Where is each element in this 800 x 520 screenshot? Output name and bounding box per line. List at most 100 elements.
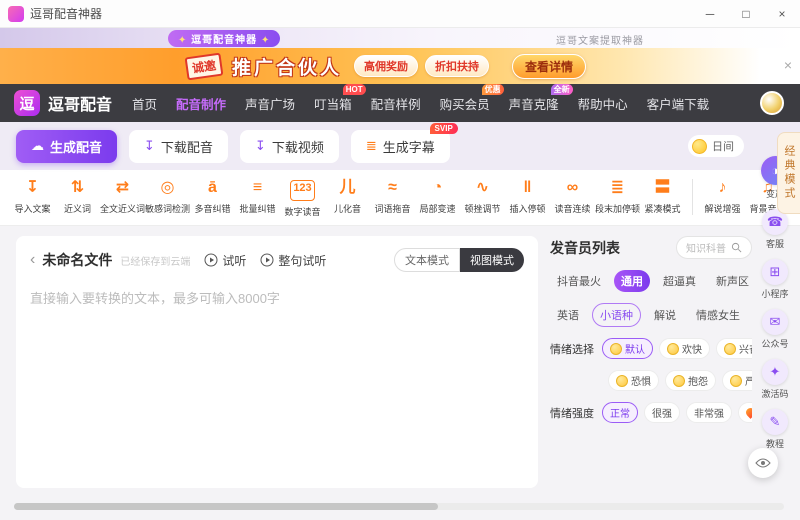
main-nav: 逗 逗哥配音 首页 配音制作 声音广场 叮当箱HOT 配音样例 购买会员优惠 声… (0, 84, 800, 122)
tool-import-text[interactable]: ↧导入文案 (10, 177, 55, 215)
listen-sentence-button[interactable]: 整句试听 (260, 252, 326, 269)
view-mode-button[interactable]: 视图模式 (460, 248, 524, 272)
nav-client-download[interactable]: 客户端下载 (647, 94, 710, 113)
nav-dubbing-sample[interactable]: 配音样例 (371, 94, 421, 113)
nav-dubbing-make[interactable]: 配音制作 (176, 94, 226, 113)
tool-word-drawl[interactable]: ≈词语拖音 (370, 177, 415, 215)
download-video-button[interactable]: ↧ 下载视频 (240, 130, 339, 163)
strength-row: 情绪强度 正常 很强 非常强 爆发强 (550, 402, 752, 423)
official-account-icon: ✉ (762, 309, 788, 335)
window-title: 逗哥配音神器 (30, 5, 102, 22)
activity-disc-icon[interactable] (760, 91, 784, 115)
tool-local-speed[interactable]: ◔局部变速 (415, 177, 460, 215)
text-mode-button[interactable]: 文本模式 (394, 248, 460, 272)
nav-buy-vip[interactable]: 购买会员优惠 (440, 94, 490, 113)
scrollbar-thumb[interactable] (14, 503, 438, 510)
subtitle-icon: ≣ (366, 138, 377, 154)
nav-dingdang-box[interactable]: 叮当箱HOT (314, 94, 352, 113)
window-controls: ─ □ × (692, 0, 800, 27)
voice-panel: 发音员列表 知识科普 抖音最火 通用 超逼真 新声区 英语 小语种 解说 (550, 236, 752, 488)
tab-general[interactable]: 通用 (614, 270, 650, 292)
tool-erhua[interactable]: 儿儿化音 (325, 177, 370, 215)
banner-badge-discount: 折扣扶持 (425, 55, 489, 77)
banner-cta-button[interactable]: 查看详情 (512, 54, 586, 79)
tool-synonym[interactable]: ⇅近义词 (55, 177, 100, 215)
voice-search-input[interactable]: 知识科普 (676, 236, 752, 259)
back-chevron-icon[interactable]: ‹ (30, 251, 35, 269)
strength-normal[interactable]: 正常 (602, 402, 638, 423)
tool-narration-enhance[interactable]: ♪解说增强 (700, 177, 745, 215)
emotion-cheerful[interactable]: 欢快 (659, 338, 710, 359)
import-text-icon: ↧ (26, 177, 39, 198)
nav-voice-square[interactable]: 声音广场 (245, 94, 295, 113)
tool-fulltext-synonym[interactable]: ⇄全文近义词 (100, 177, 145, 215)
emotion-excited[interactable]: 兴奋 (716, 338, 752, 359)
emotion-default[interactable]: 默认 (602, 338, 653, 359)
horizontal-scrollbar (14, 503, 784, 510)
play-icon (260, 253, 274, 267)
rail-tutorial[interactable]: ✎教程 (762, 409, 788, 450)
emotion-complain[interactable]: 抱怨 (665, 370, 716, 391)
emotion-fear[interactable]: 恐惧 (608, 370, 659, 391)
tool-compact-mode[interactable]: 〓紧凑模式 (640, 177, 685, 215)
smile-face-icon (724, 343, 736, 355)
tool-cadence-adjust[interactable]: ∿顿挫调节 (460, 177, 505, 215)
rail-customer-service[interactable]: ☎客服 (762, 209, 788, 250)
classic-mode-tab[interactable]: 经典模式 (777, 132, 800, 214)
emotion-serious[interactable]: 严肃 (722, 370, 752, 391)
promo-badge[interactable]: 逗哥配音神器 (168, 30, 280, 47)
tool-sensitive-word-check[interactable]: ◎敏感词检测 (145, 177, 190, 215)
emotion-select-label: 情绪选择 (550, 341, 594, 357)
local-speed-icon: ◔ (433, 177, 443, 198)
banner-headline: 推广合伙人 (232, 53, 342, 80)
main-content: ‹ 未命名文件 已经保存到云端 试听 整句试听 文本模式 视图模式 (0, 226, 800, 520)
strength-very-strong[interactable]: 非常强 (686, 402, 732, 423)
tool-paragraph-end-pause[interactable]: ≣段末加停顿 (595, 177, 640, 215)
banner-close-icon[interactable]: × (784, 57, 792, 73)
nav-home[interactable]: 首页 (132, 94, 157, 113)
preview-eye-button[interactable] (748, 448, 778, 478)
minimize-button[interactable]: ─ (692, 0, 728, 27)
tab-emotional-girl[interactable]: 情感女生 (689, 304, 747, 326)
nav-help-center[interactable]: 帮助中心 (578, 94, 628, 113)
tool-liaison[interactable]: ∞读音连续 (550, 177, 595, 215)
rail-mini-program[interactable]: ⊞小程序 (761, 259, 788, 300)
tool-insert-pause[interactable]: ‖插入停顿 (505, 177, 550, 215)
maximize-button[interactable]: □ (728, 0, 764, 27)
tab-narration[interactable]: 解说 (647, 304, 683, 326)
listen-button[interactable]: 试听 (204, 252, 246, 269)
tab-super-real[interactable]: 超逼真 (656, 270, 703, 292)
day-mode-toggle[interactable]: 日间 (688, 135, 744, 157)
tool-batch-fix[interactable]: ≡批量纠错 (235, 177, 280, 215)
tab-english[interactable]: 英语 (550, 304, 586, 326)
rail-activation-code[interactable]: ✦激活码 (761, 359, 788, 400)
tab-minor-language[interactable]: 小语种 (592, 303, 641, 327)
fear-face-icon (616, 375, 628, 387)
voice-tabs-row1: 抖音最火 通用 超逼真 新声区 (550, 270, 752, 292)
smile-face-icon (610, 343, 622, 355)
cadence-icon: ∿ (476, 177, 489, 198)
app-window: 逗哥配音神器 ─ □ × 逗哥配音神器 逗哥文案提取神器 诚邀 推广合伙人 高佣… (0, 0, 800, 520)
mini-program-icon: ⊞ (762, 259, 788, 285)
compact-mode-icon: 〓 (654, 177, 670, 198)
generate-audio-button[interactable]: ☁ 生成配音 (16, 130, 117, 163)
strength-burst[interactable]: 爆发强 (738, 402, 752, 423)
tool-polyphone-fix[interactable]: ā多音纠错 (190, 177, 235, 215)
nav-voice-clone[interactable]: 声音克隆全新 (509, 94, 559, 113)
strength-strong[interactable]: 很强 (644, 402, 680, 423)
tab-new-voices[interactable]: 新声区 (709, 270, 752, 292)
svip-badge: SVIP (430, 123, 458, 134)
close-button[interactable]: × (764, 0, 800, 27)
generate-subtitle-button[interactable]: ≣ 生成字幕 SVIP (351, 130, 450, 163)
activation-code-icon: ✦ (762, 359, 788, 385)
rail-official-account[interactable]: ✉公众号 (761, 309, 788, 350)
tab-douyin-hot[interactable]: 抖音最火 (550, 270, 608, 292)
banner-content: 诚邀 推广合伙人 高佣奖励 折扣扶持 查看详情 (186, 53, 586, 80)
download-audio-button[interactable]: ↧ 下载配音 (129, 130, 228, 163)
brand-name: 逗哥配音 (48, 91, 112, 115)
titlebar: 逗哥配音神器 ─ □ × (0, 0, 800, 28)
ad-banner[interactable]: 诚邀 推广合伙人 高佣奖励 折扣扶持 查看详情 × (0, 48, 800, 84)
tool-number-reading[interactable]: 123数字读音 (280, 177, 325, 218)
text-input-area[interactable]: 直接输入要转换的文本，最多可输入8000字 (30, 288, 524, 307)
cloud-icon: ☁ (31, 138, 44, 154)
